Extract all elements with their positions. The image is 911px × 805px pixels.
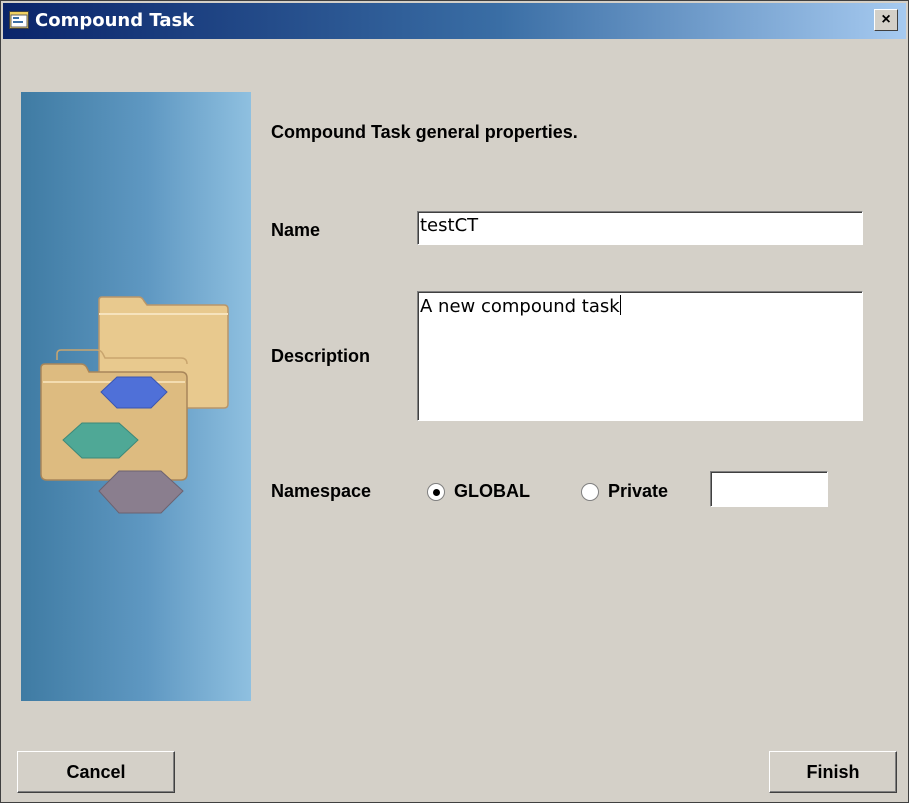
app-window-icon [9, 11, 29, 29]
name-label: Name [271, 220, 321, 240]
description-textarea[interactable]: A new compound task [417, 291, 863, 421]
radio-private-label: Private [608, 481, 669, 501]
radio-global[interactable]: GLOBAL [427, 481, 530, 502]
description-textarea-value: A new compound task [420, 296, 620, 317]
folders-hexagons-illustration [40, 296, 229, 514]
text-caret [619, 295, 621, 315]
close-icon: × [881, 11, 891, 28]
radio-global-label: GLOBAL [454, 481, 530, 501]
close-button[interactable]: × [874, 9, 898, 31]
radio-private-indicator[interactable] [581, 482, 599, 501]
title-bar[interactable]: Compound Task × [3, 3, 906, 39]
compound-task-dialog: Compound Task × Compound Task general pr… [0, 0, 909, 803]
description-label: Description [271, 346, 371, 366]
window-title: Compound Task [35, 10, 195, 31]
namespace-label: Namespace [271, 481, 372, 501]
cancel-button[interactable]: Cancel [17, 751, 175, 793]
radio-global-indicator[interactable] [427, 482, 445, 501]
finish-button[interactable]: Finish [769, 751, 897, 793]
radio-private[interactable]: Private [581, 481, 668, 502]
name-input[interactable]: testCT [417, 211, 863, 245]
wizard-side-panel [21, 92, 251, 701]
page-heading: Compound Task general properties. [271, 122, 578, 142]
private-namespace-input[interactable] [710, 471, 828, 507]
name-input-value: testCT [420, 215, 479, 236]
